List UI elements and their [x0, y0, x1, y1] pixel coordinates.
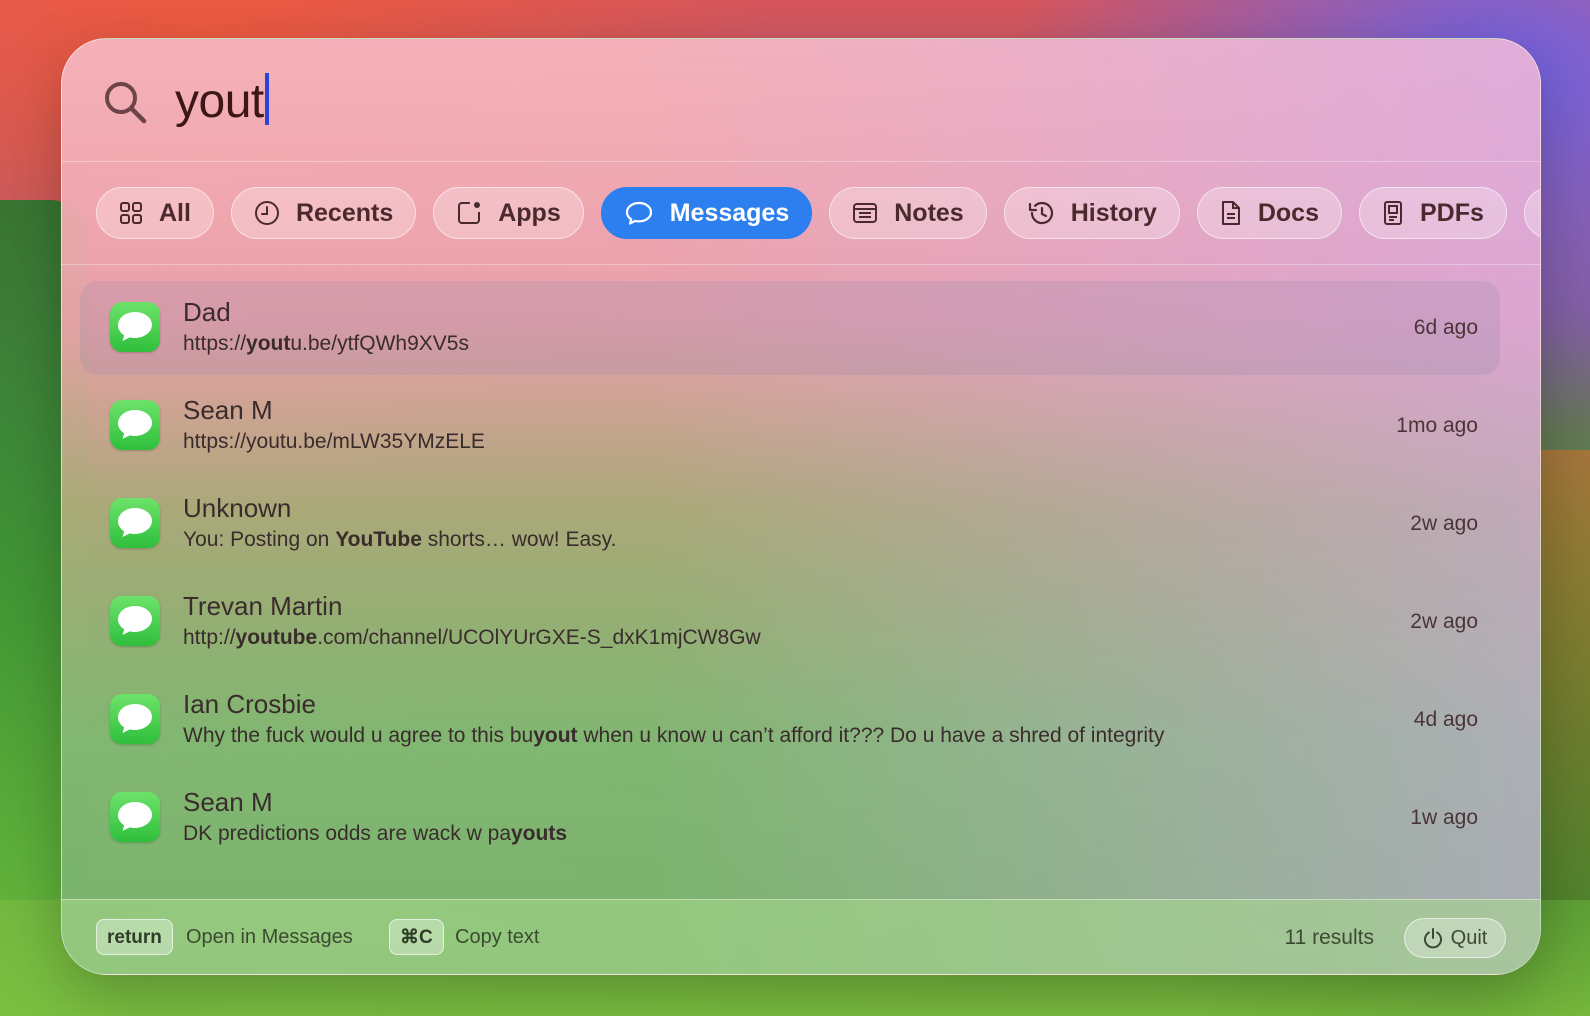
power-icon — [1423, 928, 1442, 949]
message-preview: https://youtu.be/mLW35YMzELE — [183, 430, 485, 454]
app-icon — [458, 202, 481, 224]
document-icon — [1221, 201, 1240, 225]
preview-text: when u know u can’t afford it??? Do u ha… — [577, 724, 1165, 747]
preview-text: You: Posting on — [183, 528, 336, 551]
messages-app-icon — [110, 694, 160, 744]
tab-recents[interactable]: Recents — [230, 187, 417, 239]
note-icon — [853, 203, 878, 223]
tab-docs[interactable]: Docs — [1196, 187, 1342, 239]
tab-all[interactable]: All — [96, 187, 214, 239]
search-bar[interactable]: yout — [62, 39, 1540, 163]
tab-history[interactable]: History — [1003, 187, 1180, 239]
result-count: 11 results — [1284, 926, 1375, 949]
tab-label: PDFs — [1420, 198, 1484, 227]
message-result-row[interactable]: Sean M https://youtu.be/mLW35YMzELE 1mo ag… — [80, 379, 1500, 473]
messages-app-icon — [110, 400, 160, 450]
match-highlight: youtube — [235, 626, 318, 649]
message-timestamp: 2w ago — [1410, 610, 1478, 633]
message-result-row[interactable]: Unknown You: Posting on YouTube shorts… w… — [80, 477, 1500, 571]
spotlight-panel: yout All Recents Apps Messages Notes His… — [61, 38, 1541, 975]
quit-label: Quit — [1450, 926, 1488, 949]
footer-bar: return Open in Messages ⌘C Copy text 11 … — [62, 899, 1540, 974]
divider — [62, 161, 1540, 162]
tab-label: Recents — [295, 198, 394, 227]
tab-pdfs[interactable]: PDFs — [1359, 187, 1507, 239]
preview-text: Why the fuck would u agree to this bu — [183, 724, 534, 747]
message-timestamp: 1w ago — [1410, 806, 1478, 829]
message-result-row[interactable]: Sean M DK predictions odds are wack w pay… — [80, 771, 1500, 865]
messages-app-icon — [110, 792, 160, 842]
grid-icon — [120, 202, 142, 224]
preview-text: u.be/ytfQWh9XV5s — [290, 332, 469, 355]
message-timestamp: 1mo ago — [1396, 414, 1478, 437]
match-highlight: yout — [533, 724, 578, 747]
match-highlight: YouTube — [335, 528, 422, 551]
tab-label: All — [159, 198, 191, 227]
message-result-row[interactable]: Dad https://youtu.be/ytfQWh9XV5s 6d ago — [80, 281, 1500, 375]
category-tabs: All Recents Apps Messages Notes History … — [96, 187, 1540, 243]
sender-name: Sean M — [183, 787, 273, 817]
tab-notes[interactable]: Notes — [829, 187, 987, 239]
tab-label: Apps — [498, 198, 561, 227]
messages-app-icon — [110, 596, 160, 646]
preview-text: http:// — [183, 626, 236, 649]
text-caret — [264, 73, 269, 125]
tab-overflow[interactable] — [1523, 187, 1540, 239]
preview-text: DK predictions odds are wack w pa — [183, 822, 511, 845]
search-input[interactable]: yout — [175, 72, 269, 132]
message-result-row[interactable]: Trevan Martin http://youtube.com/channel/… — [80, 575, 1500, 669]
message-timestamp: 2w ago — [1410, 512, 1478, 535]
clock-icon — [254, 201, 279, 225]
divider — [62, 264, 1540, 265]
sender-name: Ian Crosbie — [183, 689, 316, 719]
sender-name: Sean M — [183, 395, 273, 425]
quit-button[interactable]: Quit — [1404, 918, 1506, 958]
pdf-icon — [1384, 201, 1402, 225]
message-preview: DK predictions odds are wack w payouts — [183, 822, 567, 846]
preview-text: https://youtu.be/mLW35YMzELE — [183, 430, 485, 453]
tab-label: History — [1070, 198, 1157, 227]
messages-app-icon — [110, 498, 160, 548]
tab-label: Notes — [894, 198, 964, 227]
message-preview: http://youtube.com/channel/UCOlYUrGXE-S_… — [183, 626, 761, 650]
match-highlight: yout — [246, 332, 291, 355]
search-icon — [105, 82, 147, 124]
sender-name: Trevan Martin — [183, 591, 343, 621]
tab-apps[interactable]: Apps — [433, 187, 584, 239]
tab-label: Docs — [1257, 198, 1319, 227]
sender-name: Unknown — [183, 493, 292, 523]
copy-shortcut-hint: ⌘C — [389, 919, 444, 955]
messages-app-icon — [110, 302, 160, 352]
sender-name: Dad — [183, 297, 231, 327]
preview-text: https:// — [183, 332, 247, 355]
message-preview: You: Posting on YouTube shorts… wow! Eas… — [183, 528, 616, 552]
copy-text-action[interactable]: Copy text — [455, 926, 539, 949]
message-preview: Why the fuck would u agree to this buyou… — [183, 724, 1164, 748]
message-result-row[interactable]: Ian Crosbie Why the fuck would u agree to… — [80, 673, 1500, 767]
return-key-hint: return — [96, 919, 173, 955]
message-preview: https://youtu.be/ytfQWh9XV5s — [183, 332, 469, 356]
tab-messages[interactable]: Messages — [600, 187, 813, 239]
match-highlight: youts — [511, 822, 568, 845]
message-timestamp: 6d ago — [1413, 316, 1478, 339]
open-in-messages-action[interactable]: Open in Messages — [186, 926, 353, 949]
speech-bubble-icon — [625, 201, 652, 225]
tab-label: Messages — [669, 198, 790, 227]
preview-text: shorts… wow! Easy. — [421, 528, 617, 551]
message-timestamp: 4d ago — [1413, 708, 1478, 731]
preview-text: .com/channel/UCOlYUrGXE-S_dxK1mjCW8Gw — [317, 626, 761, 649]
history-icon — [1028, 201, 1053, 225]
